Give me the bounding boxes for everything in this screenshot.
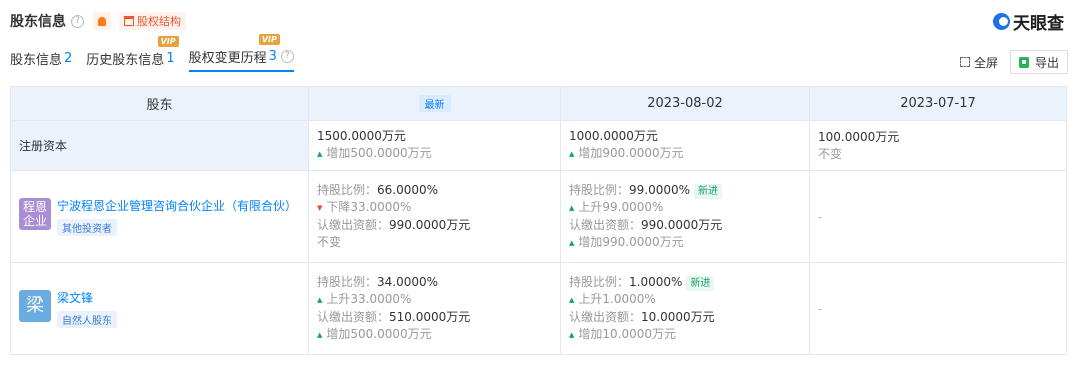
holder-name-link[interactable]: 梁文锋 [57, 290, 117, 306]
amount-change: 增加990.0000万元 [569, 234, 801, 252]
header-date-2: 2023-07-17 [809, 86, 1067, 121]
capital-latest: 1500.0000万元 增加500.0000万元 [308, 120, 561, 171]
ratio-change: 上升99.0000% [569, 199, 801, 217]
latest-cell: 持股比例：34.0000% 上升33.0000% 认缴出资额：510.0000万… [308, 262, 561, 355]
amount-label: 认缴出资额： [569, 309, 642, 324]
amount-value: 510.0000万元 [389, 309, 471, 324]
capital-value: 100.0000万元 [818, 129, 900, 144]
amount-change: 增加10.0000万元 [569, 326, 801, 344]
holder-name-link[interactable]: 宁波程恩企业管理咨询合伙企业（有限合伙） [57, 198, 297, 214]
expand-icon [959, 57, 970, 67]
capital-change: 增加900.0000万元 [569, 145, 801, 163]
capital-change: 不变 [818, 146, 843, 161]
latest-cell: 持股比例：66.0000% 下降33.0000% 认缴出资额：990.0000万… [308, 170, 561, 263]
ratio-label: 持股比例： [569, 274, 630, 289]
structure-icon [124, 16, 134, 26]
monitor-bell-icon[interactable] [93, 12, 111, 30]
date-2-cell: - [809, 262, 1067, 355]
header-date-1: 2023-08-02 [560, 86, 810, 121]
capital-date-2: 100.0000万元 不变 [809, 120, 1067, 171]
latest-badge: 最新 [418, 95, 451, 112]
section-header: 股东信息 ? 股权结构 [10, 11, 186, 31]
tab-label: 历史股东信息 [86, 53, 165, 68]
date-1-cell: 持股比例：99.0000%新进 上升99.0000% 认缴出资额：990.000… [560, 170, 810, 263]
table-header-row: 股东 最新 2023-08-02 2023-07-17 [10, 86, 1067, 121]
holder-type-tag: 自然人股东 [57, 310, 117, 328]
tab-equity-changes[interactable]: 股权变更历程 3 VIP ? [188, 34, 294, 72]
equity-change-table: 股东 最新 2023-08-02 2023-07-17 注册资本 1500.00… [10, 86, 1067, 355]
help-icon[interactable]: ? [280, 50, 294, 63]
table-row: 程恩企业 宁波程恩企业管理咨询合伙企业（有限合伙） 其他投资者 持股比例：66.… [10, 170, 1067, 263]
new-entry-badge: 新进 [686, 275, 715, 291]
ratio-label: 持股比例： [317, 274, 378, 289]
amount-change: 增加500.0000万元 [317, 326, 552, 344]
tab-count: 2 [64, 51, 73, 66]
tab-count: 3 [268, 49, 277, 64]
amount-label: 认缴出资额： [317, 309, 390, 324]
date-2-cell: - [809, 170, 1067, 263]
empty-dash: - [818, 209, 823, 224]
amount-value: 10.0000万元 [641, 309, 715, 324]
ratio-change: 下降33.0000% [317, 199, 552, 217]
section-title: 股东信息 [10, 14, 66, 30]
help-icon[interactable]: ? [71, 14, 84, 28]
ratio-value: 34.0000% [377, 274, 439, 289]
equity-structure-button[interactable]: 股权结构 [119, 12, 186, 30]
logo-text: 天眼查 [1013, 14, 1064, 34]
new-entry-badge: 新进 [694, 183, 723, 199]
ratio-label: 持股比例： [569, 182, 630, 197]
ratio-value: 66.0000% [377, 183, 439, 197]
tianyancha-logo: 天眼查 [993, 9, 1064, 34]
ratio-value: 99.0000% [629, 182, 691, 197]
capital-change: 增加500.0000万元 [317, 145, 552, 163]
equity-structure-label: 股权结构 [137, 15, 181, 28]
avatar: 程恩企业 [19, 197, 51, 230]
ratio-value: 1.0000% [629, 274, 683, 289]
vip-badge: VIP [258, 34, 280, 45]
export-button[interactable]: 导出 [1009, 50, 1068, 74]
excel-icon [1018, 56, 1029, 68]
holder-type-tag: 其他投资者 [57, 218, 117, 236]
header-latest: 最新 [308, 86, 561, 121]
date-1-cell: 持股比例：1.0000%新进 上升1.0000% 认缴出资额：10.0000万元… [560, 262, 810, 355]
holder-cell: 梁 梁文锋 自然人股东 [10, 262, 309, 355]
tab-label: 股东信息 [10, 53, 63, 68]
fullscreen-button[interactable]: 全屏 [959, 54, 998, 71]
amount-value: 990.0000万元 [389, 218, 471, 232]
capital-date-1: 1000.0000万元 增加900.0000万元 [560, 120, 810, 171]
capital-value: 1000.0000万元 [569, 129, 658, 143]
capital-label: 注册资本 [10, 120, 309, 171]
avatar: 梁 [19, 289, 51, 322]
tab-bar: 股东信息 2 历史股东信息 1 VIP 股权变更历程 3 VIP ? [10, 34, 308, 72]
ratio-change: 上升1.0000% [569, 291, 801, 309]
export-label: 导出 [1034, 55, 1059, 70]
capital-value: 1500.0000万元 [317, 129, 406, 143]
capital-row: 注册资本 1500.0000万元 增加500.0000万元 1000.0000万… [10, 120, 1067, 171]
tab-count: 1 [166, 51, 175, 66]
table-row: 梁 梁文锋 自然人股东 持股比例：34.0000% 上升33.0000% 认缴出… [10, 262, 1067, 355]
amount-label: 认缴出资额： [569, 217, 642, 232]
tab-history-shareholders[interactable]: 历史股东信息 1 VIP [86, 36, 179, 72]
amount-value: 990.0000万元 [641, 217, 723, 232]
ratio-label: 持股比例： [317, 183, 378, 197]
holder-cell: 程恩企业 宁波程恩企业管理咨询合伙企业（有限合伙） 其他投资者 [10, 170, 309, 263]
amount-change: 不变 [317, 235, 342, 249]
ratio-change: 上升33.0000% [317, 291, 552, 309]
tab-shareholders[interactable]: 股东信息 2 [10, 49, 72, 72]
logo-mark-icon [993, 13, 1010, 30]
fullscreen-label: 全屏 [973, 55, 998, 70]
amount-label: 认缴出资额： [317, 218, 390, 232]
toolbar: 全屏 导出 [959, 50, 1068, 74]
empty-dash: - [818, 301, 823, 316]
vip-badge: VIP [157, 36, 179, 47]
tab-label: 股权变更历程 [188, 51, 267, 66]
header-holder: 股东 [10, 86, 309, 121]
